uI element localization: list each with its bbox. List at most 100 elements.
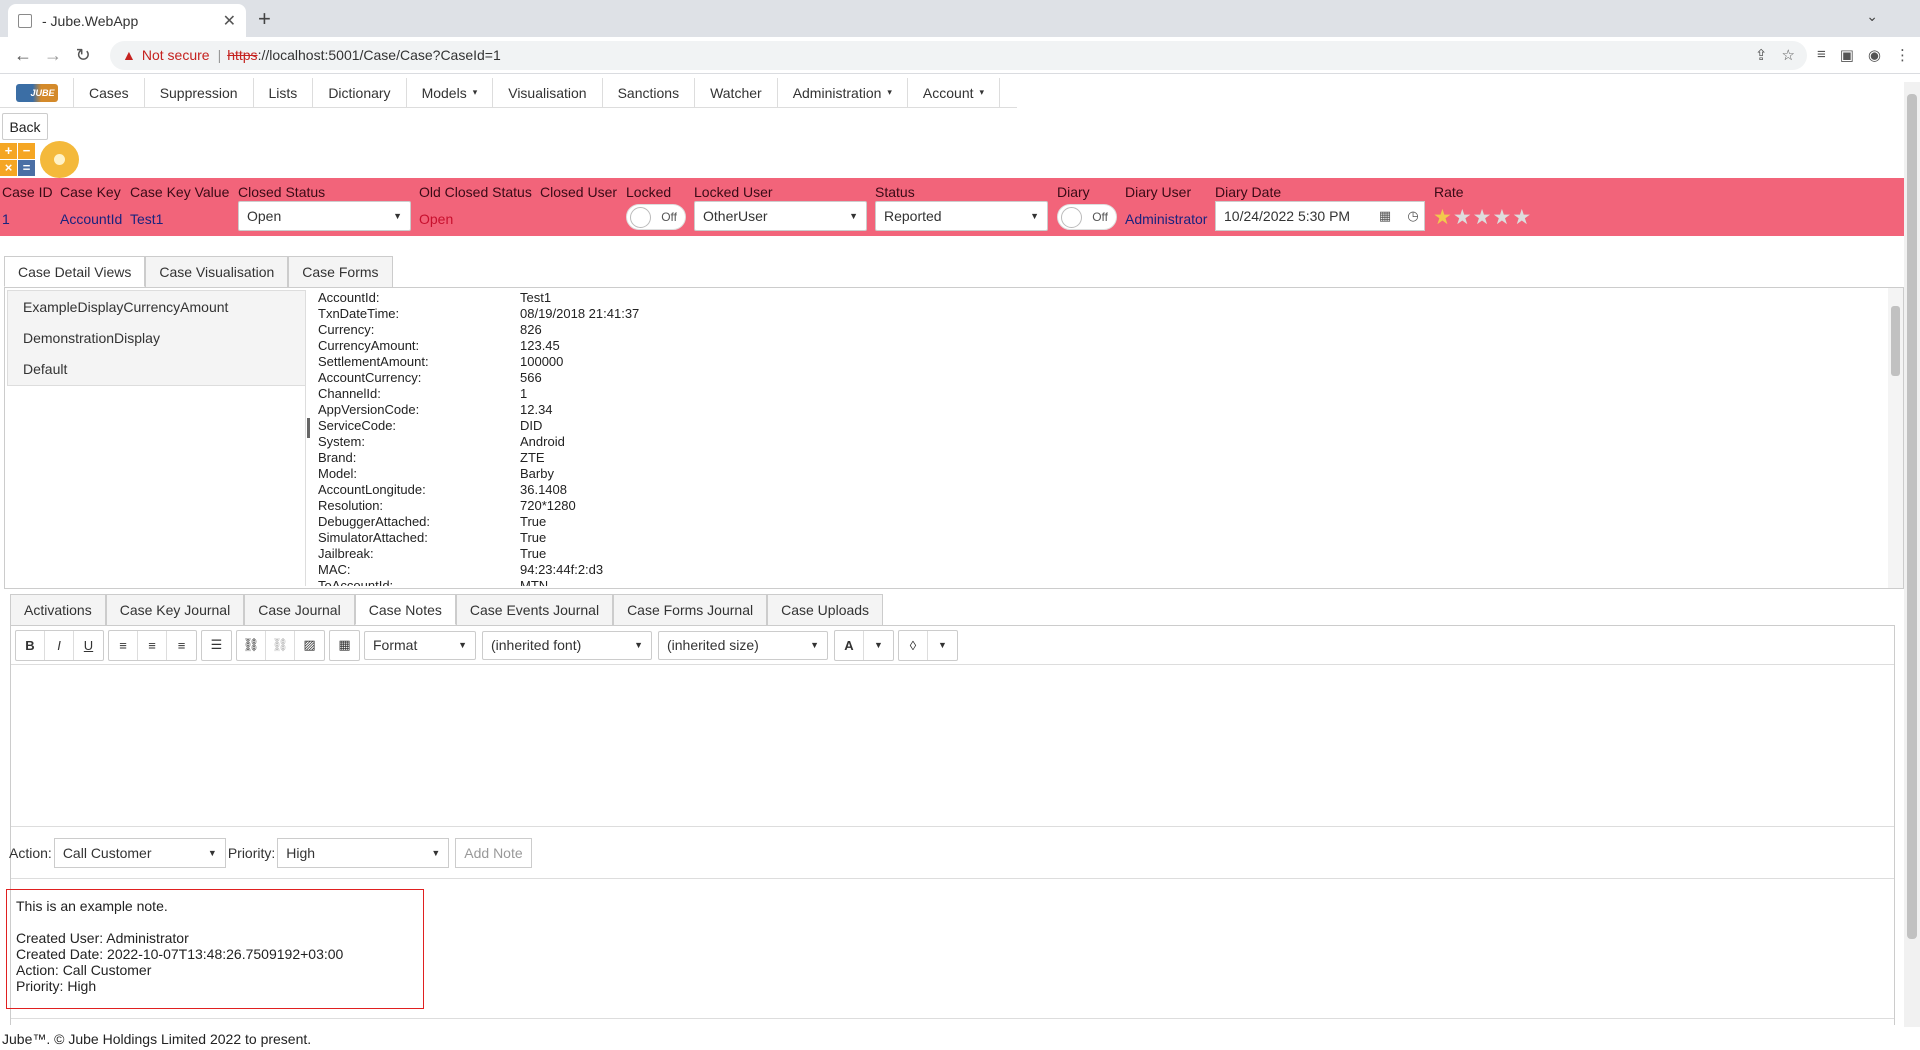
tab-case-forms[interactable]: Case Forms	[288, 256, 393, 287]
nav-visualisation[interactable]: Visualisation	[493, 78, 603, 107]
chevron-down-icon[interactable]: ▼	[928, 631, 957, 660]
case-notes-pane: B I U ≡ ≡ ≡ ☰ ⛓ ⛓ ▨ ▦ Format ▼ (inherited…	[6, 625, 1895, 1025]
tab-case-detail-views[interactable]: Case Detail Views	[4, 256, 146, 287]
nav-lists[interactable]: Lists	[254, 78, 314, 107]
new-tab-button[interactable]: +	[258, 6, 271, 32]
case-key-value-label: Case Key Value	[130, 184, 230, 200]
table-row: AccountCurrency: 566	[318, 370, 542, 385]
diary-date-field[interactable]: 10/24/2022 5:30 PM ▦ ◷	[1215, 201, 1425, 231]
note-text: This is an example note.	[16, 898, 168, 914]
chevron-down-icon: ▼	[207, 848, 217, 858]
rating-stars[interactable]: ★★★★★	[1433, 205, 1532, 230]
jube-logo[interactable]: JUBE	[0, 78, 74, 107]
align-right-icon[interactable]: ≡	[167, 631, 196, 660]
tab-case-uploads[interactable]: Case Uploads	[767, 594, 884, 625]
diary-toggle[interactable]: Off	[1057, 204, 1117, 230]
background-color-icon[interactable]: ◊	[899, 630, 928, 660]
list-item[interactable]: Default	[8, 353, 305, 384]
nav-suppression[interactable]: Suppression	[145, 78, 254, 107]
bullet-list-icon[interactable]: ☰	[202, 631, 231, 660]
nav-models[interactable]: Models ▾	[407, 78, 494, 107]
tab-case-key-journal[interactable]: Case Key Journal	[105, 594, 245, 625]
star-icon[interactable]: ★	[1433, 206, 1453, 229]
image-icon[interactable]: ▨	[295, 631, 324, 660]
note-editor-area[interactable]	[11, 665, 1894, 827]
clock-icon[interactable]: ◷	[1402, 208, 1424, 224]
reload-icon[interactable]: ↻	[70, 45, 96, 66]
old-closed-status-value: Open	[419, 211, 454, 227]
address-bar: ← → ↻ ▲ Not secure | https ://localhost:…	[0, 37, 1920, 74]
list-item[interactable]: ExampleDisplayCurrencyAmount	[8, 291, 305, 322]
action-select[interactable]: Call Customer ▼	[53, 838, 226, 868]
tab-case-notes[interactable]: Case Notes	[354, 594, 456, 625]
media-icon[interactable]: ≡	[1817, 46, 1826, 64]
star-icon[interactable]: ★	[1512, 206, 1532, 229]
back-arrow-icon[interactable]: ←	[10, 45, 36, 66]
tab-activations[interactable]: Activations	[10, 594, 106, 625]
priority-select[interactable]: High ▼	[277, 838, 450, 868]
format-select[interactable]: Format ▼	[364, 630, 476, 660]
rate-label: Rate	[1434, 184, 1464, 200]
align-center-icon[interactable]: ≡	[138, 630, 167, 660]
browser-menu-icon[interactable]: ⋮	[1895, 46, 1910, 64]
share-icon[interactable]: ⇪	[1755, 46, 1768, 64]
font-select[interactable]: (inherited font) ▼	[482, 630, 652, 660]
link-icon[interactable]: ⛓	[237, 630, 266, 660]
table-row: AccountLongitude: 36.1408	[318, 482, 567, 497]
nav-account[interactable]: Account ▾	[908, 78, 1001, 107]
status-label: Status	[875, 184, 915, 200]
bold-icon[interactable]: B	[16, 630, 45, 660]
nav-watcher[interactable]: Watcher	[695, 78, 778, 107]
underline-icon[interactable]: U	[74, 631, 103, 660]
tab-case-events-journal[interactable]: Case Events Journal	[455, 594, 614, 625]
bookmark-star-icon[interactable]: ☆	[1782, 46, 1795, 64]
case-key-label: Case Key	[60, 184, 121, 200]
chevron-down-icon: ▾	[887, 87, 892, 97]
align-left-icon[interactable]: ≡	[109, 630, 138, 660]
status-select[interactable]: Reported ▼	[875, 201, 1048, 231]
calculator-icon[interactable]: + − × =	[0, 143, 37, 177]
star-icon[interactable]: ★	[1492, 206, 1512, 229]
closed-status-select[interactable]: Open ▼	[238, 201, 411, 231]
list-item[interactable]: DemonstrationDisplay	[8, 322, 305, 353]
add-note-button[interactable]: Add Note	[455, 838, 532, 868]
footer-copyright: Jube™. © Jube Holdings Limited 2022 to p…	[2, 1031, 312, 1047]
chevron-down-icon[interactable]: ▼	[864, 631, 893, 660]
locked-user-select[interactable]: OtherUser ▼	[694, 201, 867, 231]
app-navbar: JUBE Cases Suppression Lists Dictionary …	[0, 78, 1017, 108]
star-icon[interactable]: ★	[1453, 206, 1473, 229]
nav-sanctions[interactable]: Sanctions	[603, 78, 696, 107]
nav-cases[interactable]: Cases	[74, 78, 145, 107]
tab-search-icon[interactable]: ⌄	[1866, 8, 1878, 25]
locked-toggle[interactable]: Off	[626, 204, 686, 230]
table-row: SettlementAmount: 100000	[318, 354, 564, 369]
profile-icon[interactable]: ◉	[1868, 46, 1881, 64]
italic-icon[interactable]: I	[45, 630, 74, 660]
font-color-icon[interactable]: A	[835, 630, 864, 660]
tab-case-journal[interactable]: Case Journal	[244, 594, 355, 625]
url-path: ://localhost:5001/Case/Case?CaseId=1	[257, 47, 501, 63]
size-select[interactable]: (inherited size) ▼	[658, 630, 828, 660]
note-created-user: Created User: Administrator	[16, 930, 189, 946]
sidepanel-icon[interactable]: ▣	[1840, 46, 1854, 64]
back-button[interactable]: Back	[2, 113, 48, 140]
table-row: CurrencyAmount: 123.45	[318, 338, 560, 353]
calendar-icon[interactable]: ▦	[1374, 208, 1396, 224]
tab-case-forms-journal[interactable]: Case Forms Journal	[613, 594, 768, 625]
page-scrollbar[interactable]	[1904, 82, 1920, 1027]
diary-user-label: Diary User	[1125, 184, 1192, 200]
close-tab-icon[interactable]: ✕	[223, 11, 236, 31]
table-icon[interactable]: ▦	[330, 631, 359, 660]
forward-arrow-icon[interactable]: →	[40, 45, 66, 66]
browser-tab[interactable]: - Jube.WebApp ✕	[8, 4, 246, 37]
payload-scrollbar[interactable]	[1888, 288, 1903, 588]
nav-dictionary[interactable]: Dictionary	[313, 78, 407, 107]
nav-administration[interactable]: Administration ▾	[778, 78, 908, 107]
splitter-handle[interactable]	[307, 418, 310, 438]
url-field[interactable]: ▲ Not secure | https ://localhost:5001/C…	[110, 40, 1807, 70]
star-icon[interactable]: ★	[1473, 206, 1493, 229]
tab-case-visualisation[interactable]: Case Visualisation	[145, 256, 289, 287]
case-id-value: 1	[2, 211, 10, 227]
unlink-icon[interactable]: ⛓	[266, 630, 295, 660]
disc-icon[interactable]	[40, 141, 79, 178]
